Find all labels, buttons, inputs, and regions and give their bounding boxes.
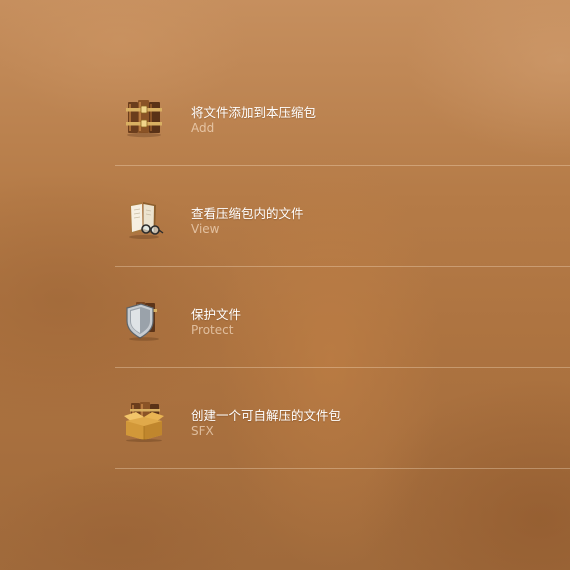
menu-item-title: 创建一个可自解压的文件包 (191, 408, 342, 423)
menu-item-protect[interactable]: 保护文件 Protect (115, 267, 570, 368)
menu-item-subtitle: Protect (191, 323, 234, 337)
box-books-icon (122, 398, 166, 442)
menu-item-view[interactable]: 查看压缩包内的文件 View (115, 166, 570, 267)
menu-item-subtitle: Add (191, 121, 215, 135)
menu-item-title: 查看压缩包内的文件 (191, 206, 304, 221)
action-menu: 将文件添加到本压缩包 Add 查看压缩包内的文件 View 保护文件 Prote… (115, 65, 570, 469)
menu-item-add[interactable]: 将文件添加到本压缩包 Add (115, 65, 570, 166)
menu-item-title: 保护文件 (191, 307, 242, 322)
menu-item-title: 将文件添加到本压缩包 (191, 105, 317, 120)
archive-books-icon (122, 95, 166, 139)
shield-books-icon (122, 297, 166, 341)
menu-item-subtitle: View (191, 222, 220, 236)
menu-item-sfx[interactable]: 创建一个可自解压的文件包 SFX (115, 368, 570, 469)
menu-item-subtitle: SFX (191, 424, 214, 438)
open-book-glasses-icon (122, 196, 166, 240)
